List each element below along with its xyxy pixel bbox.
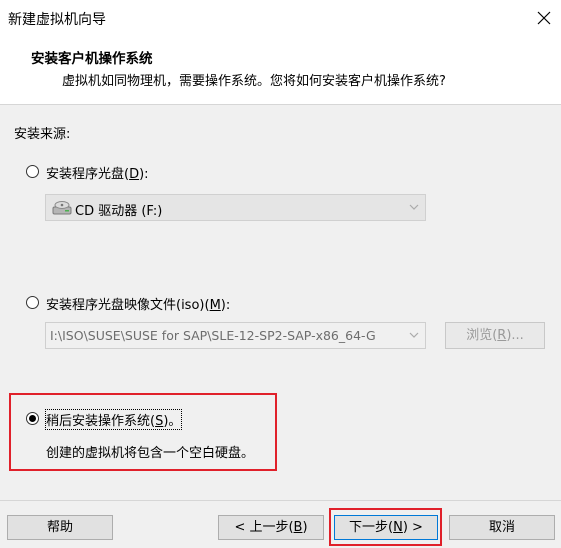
help-button[interactable]: 帮助 bbox=[7, 515, 113, 540]
chevron-down-icon bbox=[409, 332, 419, 338]
back-button[interactable]: < 上一步(B) bbox=[218, 515, 324, 540]
iso-radio[interactable] bbox=[26, 296, 39, 309]
disc-radio[interactable] bbox=[26, 165, 39, 178]
highlight-box-install-later bbox=[9, 393, 277, 471]
page-description: 虚拟机如同物理机，需要操作系统。您将如何安装客户机操作系统? bbox=[62, 74, 446, 89]
iso-path-select[interactable]: I:\ISO\SUSE\SUSE for SAP\SLE-12-SP2-SAP-… bbox=[45, 322, 426, 349]
cancel-button[interactable]: 取消 bbox=[449, 515, 555, 540]
install-source-label: 安装来源: bbox=[14, 127, 71, 142]
wizard-header: 安装客户机操作系统 虚拟机如同物理机，需要操作系统。您将如何安装客户机操作系统? bbox=[0, 36, 561, 105]
disc-option-label: 安装程序光盘(D): bbox=[46, 167, 149, 182]
wizard-body: 安装来源: 安装程序光盘(D): CD 驱动器 (F:) 安装程序光盘映像文件(… bbox=[0, 105, 561, 548]
new-vm-wizard-dialog: 新建虚拟机向导 安装客户机操作系统 虚拟机如同物理机，需要操作系统。您将如何安装… bbox=[0, 0, 561, 548]
close-icon bbox=[537, 11, 551, 25]
page-title: 安装客户机操作系统 bbox=[31, 51, 153, 67]
chevron-down-icon bbox=[409, 204, 419, 210]
disc-drive-select[interactable]: CD 驱动器 (F:) bbox=[45, 194, 426, 221]
iso-path-value: I:\ISO\SUSE\SUSE for SAP\SLE-12-SP2-SAP-… bbox=[50, 328, 376, 343]
disc-option[interactable]: 安装程序光盘(D): bbox=[26, 163, 176, 182]
cd-drive-icon bbox=[52, 201, 72, 215]
title-bar: 新建虚拟机向导 bbox=[0, 0, 561, 36]
iso-option-label: 安装程序光盘映像文件(iso)(M): bbox=[46, 298, 231, 313]
window-title: 新建虚拟机向导 bbox=[8, 12, 106, 28]
iso-option[interactable]: 安装程序光盘映像文件(iso)(M): bbox=[26, 294, 266, 313]
highlight-box-next bbox=[329, 508, 442, 546]
close-button[interactable] bbox=[530, 4, 558, 32]
disc-drive-value: CD 驱动器 (F:) bbox=[75, 204, 163, 219]
footer-separator bbox=[0, 500, 561, 501]
browse-button[interactable]: 浏览(R)... bbox=[445, 322, 545, 349]
